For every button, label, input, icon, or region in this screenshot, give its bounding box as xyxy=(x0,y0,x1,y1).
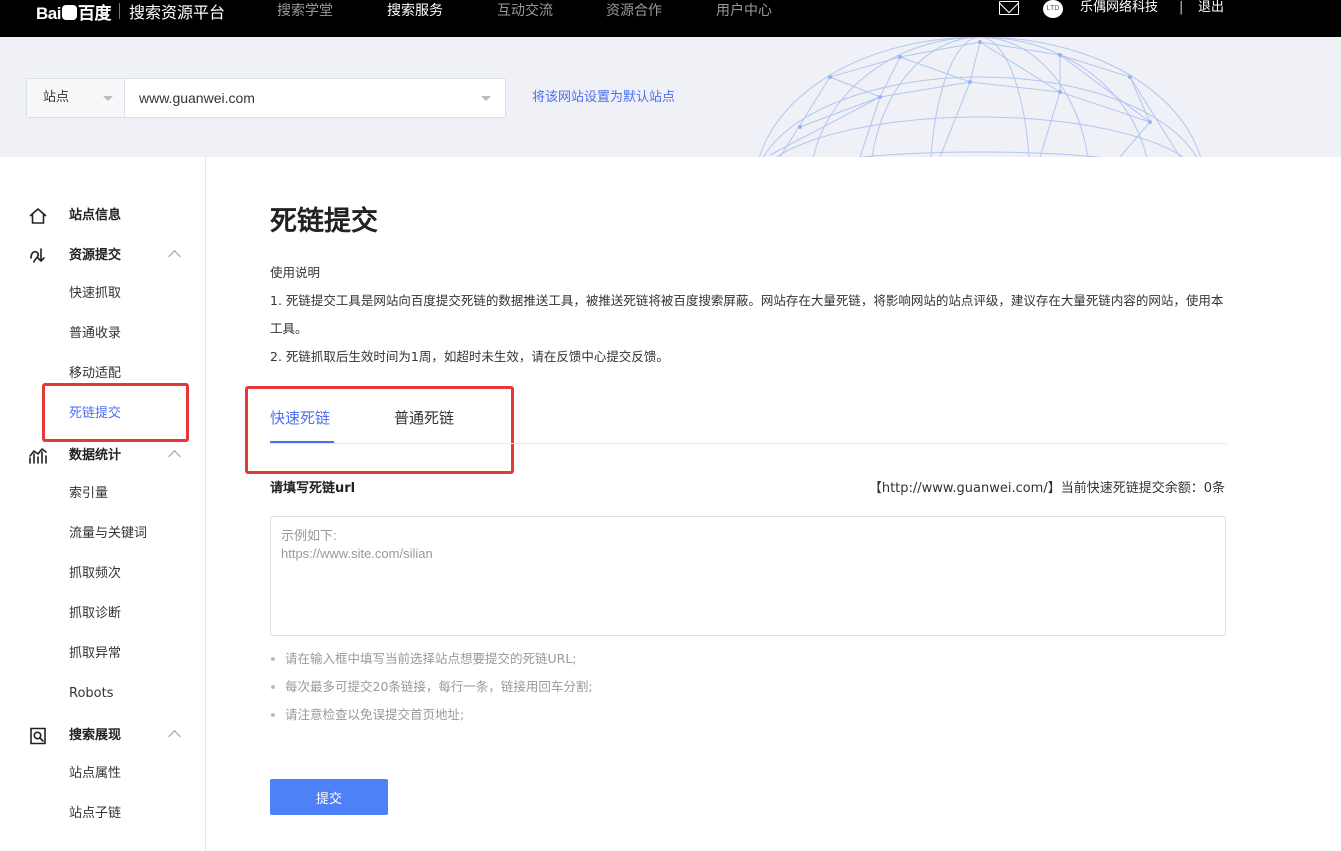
chevron-up-icon[interactable] xyxy=(168,250,181,263)
instructions-line-2: 2. 死链抓取后生效时间为1周，如超时未生效，请在反馈中心提交反馈。 xyxy=(270,349,669,364)
caret-down-icon xyxy=(481,96,491,101)
sidebar-item-fast-crawl[interactable]: 快速抓取 xyxy=(69,284,121,304)
sidebar-group-site-info[interactable]: 站点信息 xyxy=(0,206,205,226)
sidebar: 站点信息 资源提交 快速抓取 普通收录 移动适配 死链提交 数据统计 索引量 流… xyxy=(0,157,206,851)
sidebar-group-label: 数据统计 xyxy=(69,448,122,463)
highlight-box-sidebar xyxy=(42,383,189,442)
site-type-dropdown[interactable]: 站点 xyxy=(27,79,125,117)
sidebar-group-label: 站点信息 xyxy=(69,208,122,223)
sidebar-group-resource-submit[interactable]: 资源提交 xyxy=(0,246,205,266)
sidebar-item-mobile-adapt[interactable]: 移动适配 xyxy=(69,364,121,384)
nav-item-user-center[interactable]: 用户中心 xyxy=(716,0,772,22)
header-separator: | xyxy=(1179,0,1184,15)
site-selector: 站点 www.guanwei.com xyxy=(26,78,506,118)
search-display-icon xyxy=(30,727,46,745)
platform-title: 搜索资源平台 xyxy=(128,3,225,22)
nav-item-academy[interactable]: 搜索学堂 xyxy=(277,0,333,22)
submit-button[interactable]: 提交 xyxy=(270,779,388,815)
instructions-line-1: 1. 死链提交工具是网站向百度提交死链的数据推送工具，被推送死链将被百度搜索屏蔽… xyxy=(270,293,1224,336)
site-url-value: www.guanwei.com xyxy=(139,90,255,106)
sidebar-item-site-sublinks[interactable]: 站点子链 xyxy=(69,804,121,824)
dead-link-url-input[interactable] xyxy=(270,516,1226,636)
sidebar-group-label: 搜索展现 xyxy=(69,728,122,743)
sidebar-item-index-volume[interactable]: 索引量 xyxy=(69,484,108,504)
nav-item-services[interactable]: 搜索服务 xyxy=(387,0,443,22)
site-type-label: 站点 xyxy=(43,90,70,105)
caret-down-icon xyxy=(103,96,113,101)
globe-decoration xyxy=(759,37,1201,157)
dead-link-url-label: 请填写死链url xyxy=(270,481,356,496)
sidebar-item-robots[interactable]: Robots xyxy=(69,684,113,704)
set-default-site-link[interactable]: 将该网站设置为默认站点 xyxy=(532,88,675,108)
sidebar-item-traffic-keywords[interactable]: 流量与关键词 xyxy=(69,524,147,544)
tip-item: 每次最多可提交20条链接，每行一条，链接用回车分割; xyxy=(270,673,1170,701)
logo-divider xyxy=(118,3,120,19)
nav-item-cooperation[interactable]: 资源合作 xyxy=(606,0,662,22)
baidu-logo[interactable]: Bai 百度 搜索资源平台 xyxy=(36,0,225,23)
sidebar-group-search-display[interactable]: 搜索展现 xyxy=(0,726,205,746)
highlight-box-tabs xyxy=(245,386,514,474)
chevron-up-icon[interactable] xyxy=(168,450,181,463)
tab-normal-dead-link[interactable]: 普通死链 xyxy=(394,406,454,430)
avatar[interactable]: LTD xyxy=(1043,0,1063,18)
chevron-up-icon[interactable] xyxy=(168,730,181,743)
site-select-bar: 站点 www.guanwei.com 将该网站设置为默认站点 xyxy=(0,37,1341,157)
page-title: 死链提交 xyxy=(270,206,378,237)
tab-fast-dead-link[interactable]: 快速死链 xyxy=(270,406,330,430)
active-tab-indicator xyxy=(270,441,334,443)
sidebar-item-crawl-frequency[interactable]: 抓取频次 xyxy=(69,564,121,584)
submit-icon xyxy=(30,248,45,263)
sidebar-group-label: 资源提交 xyxy=(69,248,122,263)
sidebar-group-data-stats[interactable]: 数据统计 xyxy=(0,446,205,466)
site-url-dropdown[interactable]: www.guanwei.com xyxy=(125,79,505,117)
home-icon xyxy=(29,208,47,224)
sidebar-item-site-attributes[interactable]: 站点属性 xyxy=(69,764,121,784)
paw-icon xyxy=(61,4,77,20)
chart-icon xyxy=(29,448,47,464)
nav-item-community[interactable]: 互动交流 xyxy=(497,0,553,22)
user-name[interactable]: 乐偶网络科技 xyxy=(1080,0,1158,16)
quota-status: 【http://www.guanwei.com/】当前快速死链提交余额：0条 xyxy=(868,481,1225,496)
usage-instructions: 使用说明 1. 死链提交工具是网站向百度提交死链的数据推送工具，被推送死链将被百… xyxy=(270,259,1228,371)
sidebar-item-crawl-diagnosis[interactable]: 抓取诊断 xyxy=(69,604,121,624)
tip-item: 请注意检查以免误提交首页地址; xyxy=(270,701,1170,729)
top-nav-bar: Bai 百度 搜索资源平台 搜索学堂 搜索服务 互动交流 资源合作 用户中心 LT… xyxy=(0,0,1341,37)
baidu-logo-text: Bai 百度 xyxy=(36,3,111,23)
logout-link[interactable]: 退出 xyxy=(1198,0,1224,16)
tabs-divider xyxy=(270,443,1226,444)
tip-item: 请在输入框中填写当前选择站点想要提交的死链URL; xyxy=(270,645,1170,673)
input-tips: 请在输入框中填写当前选择站点想要提交的死链URL; 每次最多可提交20条链接，每… xyxy=(270,645,1170,729)
mail-icon[interactable] xyxy=(999,1,1019,15)
sidebar-item-normal-index[interactable]: 普通收录 xyxy=(69,324,121,344)
sidebar-item-crawl-errors[interactable]: 抓取异常 xyxy=(69,644,121,664)
instructions-heading: 使用说明 xyxy=(270,265,321,280)
